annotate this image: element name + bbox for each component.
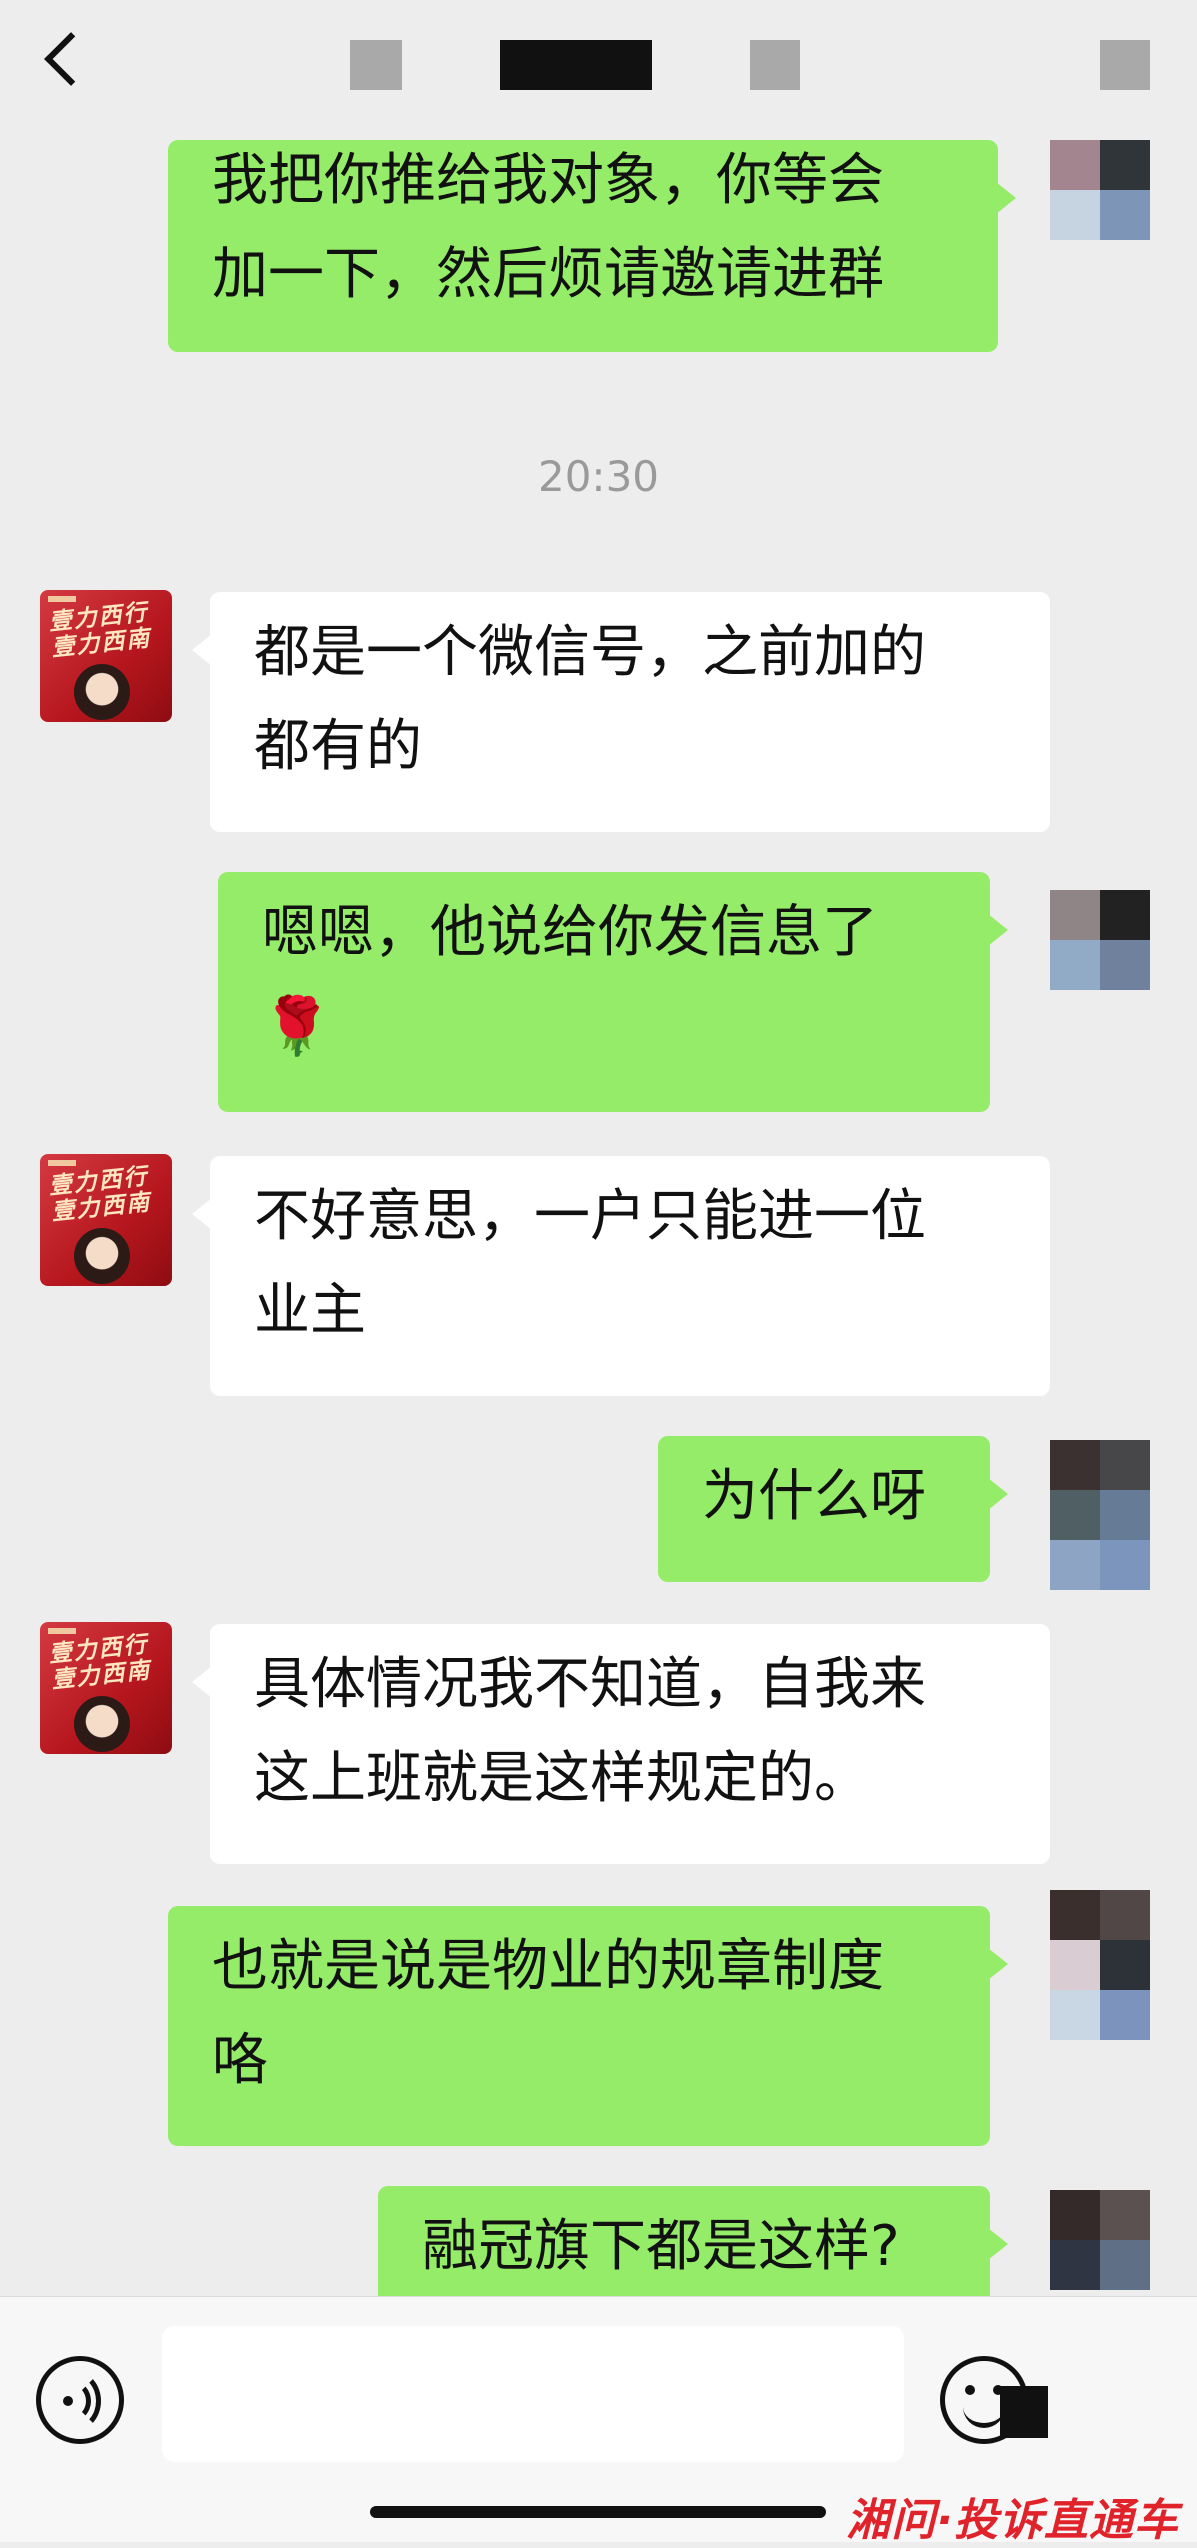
my-message-bubble[interactable]: 我把你推给我对象，你等会 加一下，然后烦请邀请进群 [168, 140, 1016, 352]
message-text: 嗯嗯，他说给你发信息了 [262, 900, 878, 965]
message-text: 咯 [212, 2028, 268, 2093]
contact-avatar[interactable]: 壹力西行 壹力西南 [40, 1154, 172, 1286]
redacted-block [1000, 2386, 1048, 2438]
message-text: 加一下，然后烦请邀请进群 [212, 242, 884, 307]
message-text: 具体情况我不知道，自我来 [254, 1652, 926, 1717]
message-text: 都有的 [254, 714, 422, 779]
watermark: 湘问·投诉直通车 [846, 2495, 1179, 2546]
contact-message-bubble[interactable]: 都是一个微信号，之前加的 都有的 [192, 592, 1050, 832]
message-text: 都是一个微信号，之前加的 [254, 620, 926, 685]
my-avatar[interactable] [1050, 2190, 1150, 2290]
voice-icon[interactable] [36, 2356, 124, 2444]
message-input[interactable] [162, 2326, 904, 2462]
timestamp: 20:30 [537, 452, 660, 501]
redacted-title-block [350, 40, 402, 90]
rose-emoji: 🌹 [262, 994, 332, 1059]
contact-message-bubble[interactable]: 不好意思，一户只能进一位 业主 [192, 1156, 1050, 1396]
contact-avatar[interactable]: 壹力西行 壹力西南 [40, 590, 172, 722]
more-menu-icon[interactable] [1100, 40, 1150, 90]
message-text: 业主 [254, 1278, 366, 1343]
contact-message-bubble[interactable]: 具体情况我不知道，自我来 这上班就是这样规定的。 [192, 1624, 1050, 1864]
my-message-bubble[interactable]: 也就是说是物业的规章制度 咯 [168, 1906, 1008, 2146]
message-text: 这上班就是这样规定的。 [254, 1746, 870, 1811]
message-text: 不好意思，一户只能进一位 [254, 1184, 926, 1249]
my-avatar[interactable] [1050, 1440, 1150, 1590]
message-text: 也就是说是物业的规章制度 [212, 1934, 884, 1999]
top-bar [0, 0, 1197, 140]
message-text: 我把你推给我对象，你等会 [212, 148, 884, 213]
message-text: 融冠旗下都是这样? [422, 2214, 900, 2279]
my-avatar[interactable] [1050, 890, 1150, 990]
my-message-bubble[interactable]: 为什么呀 [658, 1436, 1008, 1582]
my-avatar[interactable] [1050, 140, 1150, 240]
redacted-title-block [750, 40, 800, 90]
contact-avatar[interactable]: 壹力西行 壹力西南 [40, 1622, 172, 1754]
redacted-title-block [500, 40, 652, 90]
my-avatar[interactable] [1050, 1890, 1150, 2040]
back-chevron-icon[interactable] [44, 32, 98, 86]
message-text: 为什么呀 [702, 1464, 926, 1529]
home-indicator [370, 2506, 826, 2518]
my-message-bubble[interactable]: 嗯嗯，他说给你发信息了 🌹 [218, 872, 1008, 1112]
